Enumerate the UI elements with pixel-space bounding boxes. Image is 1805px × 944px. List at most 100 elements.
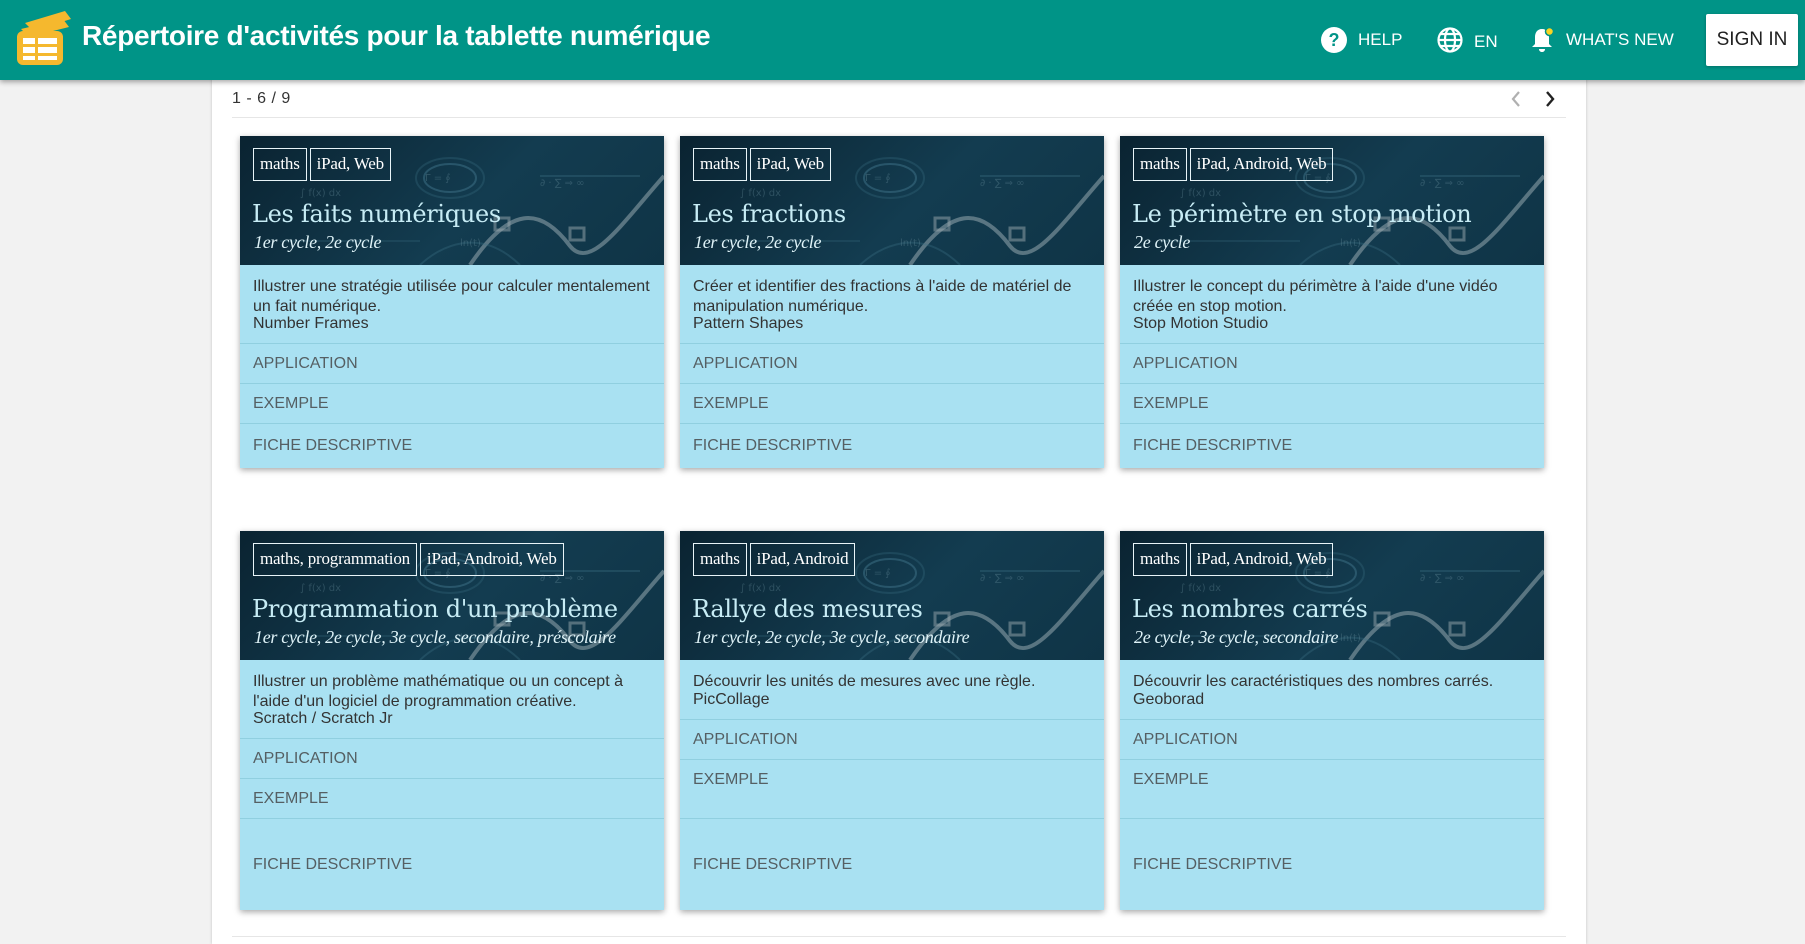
card-header: Γ = ∮ ∂ · ∑ ⇒ ∞ ln(t) ∫ f(x) dx maths, p… [240, 531, 664, 660]
card-title[interactable]: Le périmètre en stop motion [1132, 200, 1472, 228]
top-app-bar: Répertoire d'activités pour la tablette … [0, 0, 1805, 80]
tag-chip[interactable]: iPad, Web [749, 148, 831, 181]
card-header: Γ = ∮ ∂ · ∑ ⇒ ∞ ln(t) ∫ f(x) dx maths iPa… [1120, 531, 1544, 660]
card-title[interactable]: Programmation d'un problème [252, 595, 618, 623]
tag-chip[interactable]: maths, programmation [253, 543, 417, 576]
help-icon: ? [1321, 27, 1347, 53]
svg-text:∫ f(x) dx: ∫ f(x) dx [300, 188, 341, 199]
example-link[interactable]: EXEMPLE [680, 383, 1104, 423]
tag-chip[interactable]: maths [1133, 543, 1187, 576]
card-tags: maths iPad, Android [693, 543, 856, 576]
svg-text:ln(t): ln(t) [460, 238, 481, 249]
svg-text:∂ · ∑ ⇒ ∞: ∂ · ∑ ⇒ ∞ [1420, 178, 1465, 189]
tag-chip[interactable]: iPad, Android, Web [1189, 543, 1334, 576]
card-header: Γ = ∮ ∂ · ∑ ⇒ ∞ ln(t) ∫ f(x) dx maths iPa… [680, 531, 1104, 660]
stack-of-cards-logo[interactable] [13, 9, 75, 67]
pagination-range: 1 - 6 / 9 [232, 90, 291, 107]
activity-card: Γ = ∮ ∂ · ∑ ⇒ ∞ ln(t) ∫ f(x) dx maths iPa… [240, 136, 664, 468]
card-tags: maths iPad, Android, Web [1133, 148, 1334, 181]
application-link[interactable]: APPLICATION [240, 343, 664, 383]
descriptive-sheet-link[interactable]: FICHE DESCRIPTIVE [1120, 818, 1544, 910]
svg-text:∂ · ∑ ⇒ ∞: ∂ · ∑ ⇒ ∞ [980, 573, 1025, 584]
tag-chip[interactable]: iPad, Android [749, 543, 856, 576]
card-cycles: 2e cycle [1134, 232, 1191, 252]
tag-chip[interactable]: maths [693, 543, 747, 576]
example-link[interactable]: EXEMPLE [680, 759, 1104, 818]
descriptive-sheet-link[interactable]: FICHE DESCRIPTIVE [1120, 423, 1544, 468]
svg-text:?: ? [1329, 30, 1340, 50]
descriptive-sheet-link[interactable]: FICHE DESCRIPTIVE [240, 818, 664, 910]
card-tags: maths iPad, Web [253, 148, 391, 181]
activity-card: Γ = ∮ ∂ · ∑ ⇒ ∞ ln(t) ∫ f(x) dx maths, p… [240, 531, 664, 910]
footer-divider [232, 936, 1566, 937]
activity-card: Γ = ∮ ∂ · ∑ ⇒ ∞ ln(t) ∫ f(x) dx maths iPa… [680, 531, 1104, 910]
svg-text:ln(t): ln(t) [900, 238, 921, 249]
tag-chip[interactable]: iPad, Android, Web [1189, 148, 1334, 181]
application-link[interactable]: APPLICATION [1120, 719, 1544, 759]
svg-text:Γ = ∮: Γ = ∮ [865, 173, 891, 184]
card-cycles: 1er cycle, 2e cycle, 3e cycle, secondair… [254, 627, 616, 647]
svg-text:ln(t): ln(t) [1340, 238, 1361, 249]
tag-chip[interactable]: maths [253, 148, 307, 181]
card-app-name: Geoborad [1133, 691, 1205, 708]
language-button[interactable]: EN [1436, 22, 1498, 58]
svg-text:∂ · ∑ ⇒ ∞: ∂ · ∑ ⇒ ∞ [1420, 573, 1465, 584]
tag-chip[interactable]: maths [693, 148, 747, 181]
pager-divider [232, 117, 1566, 118]
svg-text:∂ · ∑ ⇒ ∞: ∂ · ∑ ⇒ ∞ [540, 178, 585, 189]
tag-chip[interactable]: maths [1133, 148, 1187, 181]
help-label: HELP [1358, 30, 1403, 49]
descriptive-sheet-link[interactable]: FICHE DESCRIPTIVE [680, 423, 1104, 468]
card-tags: maths iPad, Web [693, 148, 831, 181]
card-description: Illustrer un problème mathématique ou un… [253, 673, 623, 710]
card-title[interactable]: Les fractions [692, 200, 846, 228]
card-app-name: Number Frames [253, 315, 369, 332]
card-tags: maths iPad, Android, Web [1133, 543, 1334, 576]
svg-text:Γ = ∮: Γ = ∮ [865, 568, 891, 579]
descriptive-sheet-link[interactable]: FICHE DESCRIPTIVE [240, 423, 664, 468]
activity-card: Γ = ∮ ∂ · ∑ ⇒ ∞ ln(t) ∫ f(x) dx maths iPa… [1120, 136, 1544, 468]
svg-text:ln(t): ln(t) [1340, 633, 1361, 644]
example-link[interactable]: EXEMPLE [1120, 759, 1544, 818]
help-button[interactable]: ? HELP [1320, 22, 1402, 58]
bell-icon [1532, 26, 1555, 52]
card-app-name: Stop Motion Studio [1133, 315, 1269, 332]
card-header: Γ = ∮ ∂ · ∑ ⇒ ∞ ln(t) ∫ f(x) dx maths iPa… [240, 136, 664, 265]
card-cycles: 1er cycle, 2e cycle [254, 232, 382, 252]
card-app-name: PicCollage [693, 691, 770, 708]
svg-text:∫ f(x) dx: ∫ f(x) dx [1180, 188, 1221, 199]
svg-text:∫ f(x) dx: ∫ f(x) dx [740, 583, 781, 594]
application-link[interactable]: APPLICATION [680, 343, 1104, 383]
tag-chip[interactable]: iPad, Android, Web [419, 543, 564, 576]
example-link[interactable]: EXEMPLE [240, 383, 664, 423]
svg-text:∫ f(x) dx: ∫ f(x) dx [300, 583, 341, 594]
sign-in-button[interactable]: SIGN IN [1706, 14, 1798, 66]
example-link[interactable]: EXEMPLE [240, 778, 664, 818]
svg-text:∂ · ∑ ⇒ ∞: ∂ · ∑ ⇒ ∞ [980, 178, 1025, 189]
card-title[interactable]: Les faits numériques [252, 200, 501, 228]
card-description: Découvrir les caractéristiques des nombr… [1133, 673, 1494, 690]
card-description: Créer et identifier des fractions à l'ai… [693, 278, 1072, 315]
card-title[interactable]: Les nombres carrés [1132, 595, 1368, 623]
card-description: Illustrer le concept du périmètre à l'ai… [1133, 278, 1498, 315]
previous-page-button[interactable] [1504, 86, 1528, 112]
activity-card: Γ = ∮ ∂ · ∑ ⇒ ∞ ln(t) ∫ f(x) dx maths iPa… [1120, 531, 1544, 910]
application-link[interactable]: APPLICATION [1120, 343, 1544, 383]
activity-card: Γ = ∮ ∂ · ∑ ⇒ ∞ ln(t) ∫ f(x) dx maths iPa… [680, 136, 1104, 468]
svg-text:∫ f(x) dx: ∫ f(x) dx [1180, 583, 1221, 594]
card-header: Γ = ∮ ∂ · ∑ ⇒ ∞ ln(t) ∫ f(x) dx maths iPa… [680, 136, 1104, 265]
whats-new-label: WHAT'S NEW [1566, 30, 1674, 49]
descriptive-sheet-link[interactable]: FICHE DESCRIPTIVE [680, 818, 1104, 910]
card-title[interactable]: Rallye des mesures [692, 595, 923, 623]
application-link[interactable]: APPLICATION [240, 738, 664, 778]
example-link[interactable]: EXEMPLE [1120, 383, 1544, 423]
globe-icon [1437, 27, 1463, 53]
whats-new-button[interactable]: WHAT'S NEW [1528, 22, 1674, 58]
svg-text:Γ = ∮: Γ = ∮ [425, 173, 451, 184]
card-app-name: Pattern Shapes [693, 315, 804, 332]
tag-chip[interactable]: iPad, Web [309, 148, 391, 181]
next-page-button[interactable] [1538, 86, 1562, 112]
card-header: Γ = ∮ ∂ · ∑ ⇒ ∞ ln(t) ∫ f(x) dx maths iPa… [1120, 136, 1544, 265]
application-link[interactable]: APPLICATION [680, 719, 1104, 759]
card-cycles: 2e cycle, 3e cycle, secondaire [1134, 627, 1339, 647]
